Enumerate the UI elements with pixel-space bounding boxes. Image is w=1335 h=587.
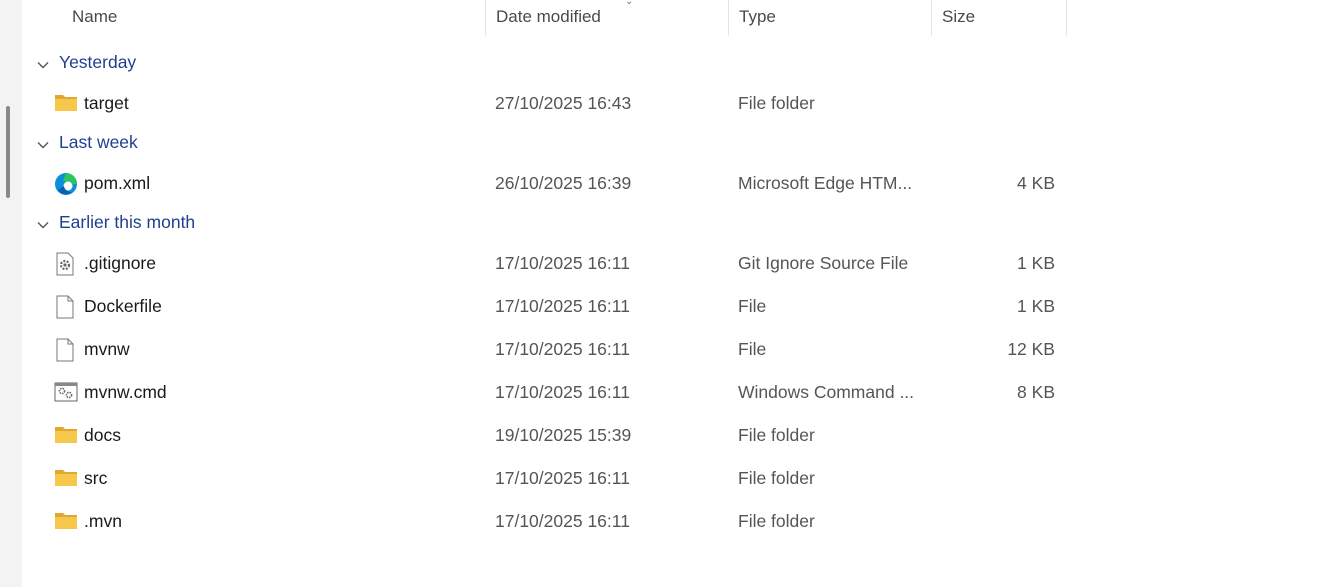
file-size: 1 KB — [1017, 253, 1055, 273]
file-size: 8 KB — [1017, 382, 1055, 402]
folder-icon — [54, 92, 78, 114]
file-type: Windows Command ... — [738, 382, 915, 402]
scrollbar-thumb[interactable] — [6, 106, 10, 198]
chevron-down-icon[interactable] — [36, 213, 50, 229]
group-header-1[interactable]: Last week — [36, 129, 138, 155]
file-type: Microsoft Edge HTM... — [738, 173, 913, 193]
chevron-down-icon[interactable] — [36, 53, 50, 69]
file-row[interactable]: pom.xml 26/10/2025 16:39 Microsoft Edge HT… — [22, 164, 1082, 202]
file-date-modified: 17/10/2025 16:11 — [495, 468, 630, 488]
file-type: File — [738, 296, 767, 316]
file-row[interactable]: .mvn 17/10/2025 16:11 File folder — [22, 502, 1082, 540]
file-row[interactable]: mvnw.cmd 17/10/2025 16:11 Windows Command … — [22, 373, 1082, 411]
cmd-file-icon — [54, 381, 78, 403]
column-header-name[interactable]: Name — [62, 0, 486, 36]
file-date-modified: 17/10/2025 16:11 — [495, 511, 630, 531]
file-size — [952, 84, 1055, 122]
file-size — [952, 416, 1055, 454]
file-size: 4 KB — [1017, 173, 1055, 193]
file-date-modified: 27/10/2025 16:43 — [495, 93, 632, 113]
group-header-2[interactable]: Earlier this month — [36, 209, 195, 235]
column-header-date-modified[interactable]: Date modified — [485, 0, 728, 36]
file-type: File folder — [738, 93, 815, 113]
edge-icon — [54, 172, 78, 195]
settings-file-icon — [54, 252, 78, 276]
file-name: Dockerfile — [84, 296, 162, 316]
column-header-size[interactable]: Size — [931, 0, 1067, 36]
file-name: .mvn — [84, 511, 122, 531]
left-pane-edge — [0, 0, 22, 587]
file-type: File — [738, 339, 767, 359]
file-type: File folder — [738, 468, 815, 488]
file-date-modified: 19/10/2025 15:39 — [495, 425, 632, 445]
file-type: File folder — [738, 511, 815, 531]
file-row[interactable]: .gitignore 17/10/2025 16:11 Git Ignore Sou… — [22, 244, 1082, 282]
file-size: 12 KB — [1007, 339, 1055, 359]
sort-indicator-icon: ⌄ — [625, 0, 634, 7]
file-type: File folder — [738, 425, 815, 445]
file-name: mvnw — [84, 339, 130, 359]
column-header-size-label: Size — [942, 7, 976, 26]
folder-icon — [54, 467, 78, 489]
blank-file-icon — [54, 295, 78, 319]
group-label: Yesterday — [59, 52, 137, 72]
file-name: mvnw.cmd — [84, 382, 167, 402]
folder-icon — [54, 424, 78, 446]
file-name: .gitignore — [84, 253, 156, 273]
file-row[interactable]: src 17/10/2025 16:11 File folder — [22, 459, 1082, 497]
group-label: Earlier this month — [59, 212, 196, 232]
column-headers: Name Date modified ⌄ Type Size — [22, 0, 1335, 36]
file-size: 1 KB — [1017, 296, 1055, 316]
file-size — [952, 502, 1055, 540]
file-name: docs — [84, 425, 121, 445]
folder-icon — [54, 510, 78, 532]
file-row[interactable]: mvnw 17/10/2025 16:11 File 12 KB — [22, 330, 1082, 368]
file-date-modified: 26/10/2025 16:39 — [495, 173, 632, 193]
file-name: src — [84, 468, 108, 488]
file-date-modified: 17/10/2025 16:11 — [495, 253, 630, 273]
group-label: Last week — [59, 132, 138, 152]
file-row[interactable]: Dockerfile 17/10/2025 16:11 File 1 KB — [22, 287, 1082, 325]
file-date-modified: 17/10/2025 16:11 — [495, 382, 630, 402]
file-row[interactable]: docs 19/10/2025 15:39 File folder — [22, 416, 1082, 454]
column-header-date-label: Date modified — [496, 7, 601, 26]
file-size — [952, 459, 1055, 497]
column-header-type-label: Type — [739, 7, 776, 26]
file-date-modified: 17/10/2025 16:11 — [495, 296, 630, 316]
chevron-down-icon[interactable] — [36, 133, 50, 149]
column-header-type[interactable]: Type — [728, 0, 931, 36]
file-date-modified: 17/10/2025 16:11 — [495, 339, 630, 359]
column-header-name-label: Name — [72, 7, 118, 26]
group-header-0[interactable]: Yesterday — [36, 49, 136, 75]
blank-file-icon — [54, 338, 78, 362]
file-name: pom.xml — [84, 173, 151, 193]
file-type: Git Ignore Source File — [738, 253, 909, 273]
file-row[interactable]: target 27/10/2025 16:43 File folder — [22, 84, 1082, 122]
file-name: target — [84, 93, 129, 113]
